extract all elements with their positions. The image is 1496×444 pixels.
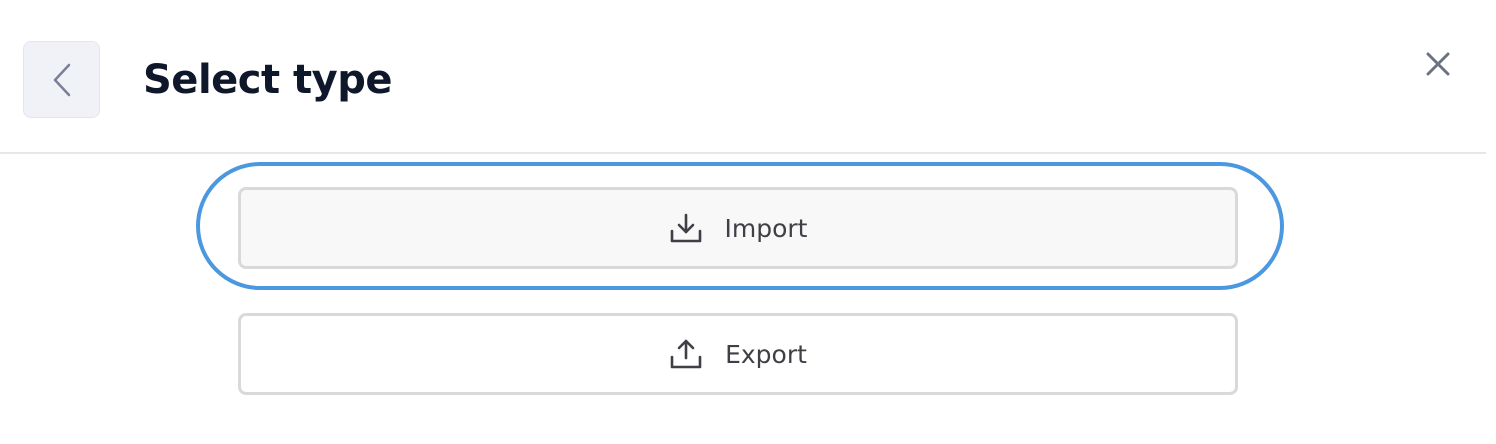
page-title: Select type [143,57,393,103]
close-icon [1426,52,1450,76]
export-label: Export [725,339,807,369]
export-option-button[interactable]: Export [238,313,1238,395]
upload-icon [669,338,703,370]
close-button[interactable] [1418,44,1458,84]
chevron-left-icon [51,62,73,98]
download-icon [669,212,703,244]
select-type-dialog: Select type Import Export [0,0,1496,444]
import-option-button[interactable]: Import [238,187,1238,269]
back-button[interactable] [23,41,100,118]
dialog-header: Select type [0,0,1486,154]
import-label: Import [724,213,808,243]
